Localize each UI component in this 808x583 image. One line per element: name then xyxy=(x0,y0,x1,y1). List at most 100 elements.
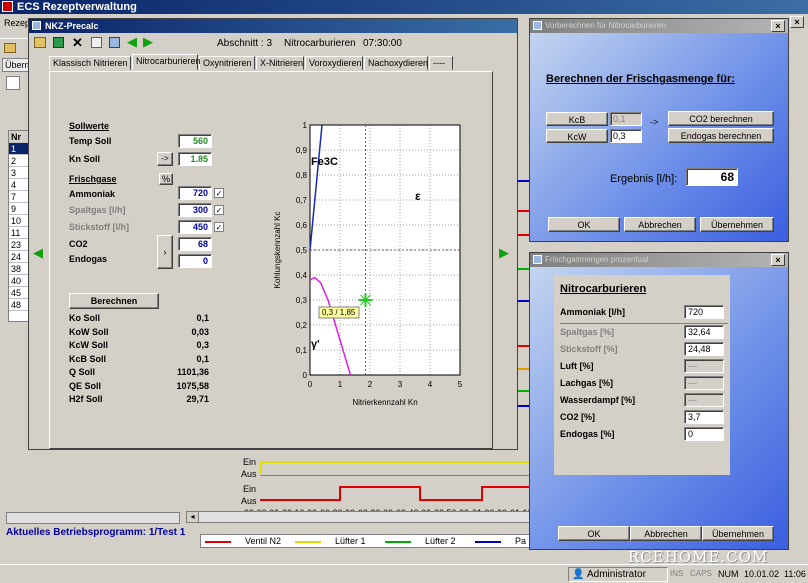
program-list-item[interactable]: 4 xyxy=(9,179,29,191)
prozent-row-field[interactable]: 32,64 xyxy=(684,325,724,339)
result-value: 1101,36 xyxy=(176,367,209,377)
prozent-cancel-button[interactable]: Abbrechen xyxy=(630,526,702,541)
vorber-dialog: Vorberechnen für Nitrocarburieren × Bere… xyxy=(529,18,789,242)
kcw-field[interactable]: 0,3 xyxy=(610,129,642,143)
vorber-apply-button[interactable]: Übernehmen xyxy=(700,217,774,232)
app-toolbar xyxy=(0,38,30,58)
left-scrollbar[interactable] xyxy=(6,512,180,524)
timeline-red-signal xyxy=(260,486,531,501)
prozent-close-icon[interactable]: × xyxy=(771,254,785,266)
percent-button[interactable]: % xyxy=(159,173,173,185)
prozent-ok-button[interactable]: OK xyxy=(558,526,630,541)
delete-icon[interactable]: ✕ xyxy=(72,35,83,51)
result-value: 0,1 xyxy=(196,313,209,323)
vorber-close-icon[interactable]: × xyxy=(771,20,785,32)
prozent-dialog: Frischgasmengen prozentual × Nitrocarbur… xyxy=(529,252,789,550)
endogas-label: Endogas xyxy=(69,254,108,264)
result-label: KcB Soll xyxy=(69,353,107,364)
co2-label: CO2 xyxy=(69,239,88,249)
program-list-item[interactable]: 9 xyxy=(9,203,29,215)
prozent-row-field[interactable]: 0 xyxy=(684,427,724,441)
legend-label: Pa xyxy=(515,536,527,546)
tab-x-nitrieren[interactable]: X-Nitrieren xyxy=(256,56,304,70)
prozent-apply-button[interactable]: Übernehmen xyxy=(702,526,774,541)
forward-arrow-icon[interactable]: ▶ xyxy=(143,34,153,50)
program-list[interactable]: Nr 1 2 3 4 7 9 10 11 23 24 38 40 45 48 xyxy=(8,130,30,322)
timeline-scrollbar[interactable]: ◂ xyxy=(186,511,531,523)
program-list-item[interactable]: 11 xyxy=(9,227,29,239)
back-arrow-icon[interactable]: ◀ xyxy=(127,34,137,50)
prozent-row-field[interactable]: --- xyxy=(684,393,724,407)
program-list-item[interactable]: 24 xyxy=(9,251,29,263)
prozent-row-label: Ammoniak [l/h] xyxy=(560,307,626,317)
program-list-item[interactable]: 3 xyxy=(9,167,29,179)
window-icon[interactable] xyxy=(109,37,120,48)
y-tick-label: 0,9 xyxy=(296,146,308,155)
ergebnis-label: Ergebnis [l/h]: xyxy=(610,173,678,185)
edit-icon[interactable] xyxy=(91,37,102,48)
kn-field[interactable]: 1.85 xyxy=(178,152,212,166)
program-list-item[interactable]: 10 xyxy=(9,215,29,227)
tab-voroxydieren[interactable]: Voroxydieren xyxy=(305,56,363,70)
prozent-row-field[interactable]: --- xyxy=(684,376,724,390)
program-list-item[interactable]: 38 xyxy=(9,263,29,275)
prozent-row-field[interactable]: --- xyxy=(684,359,724,373)
stickstoff-check[interactable]: ✓ xyxy=(214,222,224,232)
open-icon[interactable] xyxy=(34,37,46,48)
y-tick-label: 0,3 xyxy=(296,296,308,305)
vorber-cancel-button[interactable]: Abbrechen xyxy=(624,217,696,232)
co2-endogas-calc-button[interactable]: › xyxy=(157,235,173,269)
kcw-button[interactable]: KcW xyxy=(546,129,608,143)
endogas-berechnen-button[interactable]: Endogas berechnen xyxy=(668,128,774,143)
prev-section-arrow-icon[interactable]: ◀ xyxy=(33,245,43,261)
y-tick-label: 1 xyxy=(303,121,308,130)
prozent-row-field[interactable]: 24,48 xyxy=(684,342,724,356)
program-list-item[interactable]: 1 xyxy=(9,143,29,155)
co2-berechnen-button[interactable]: CO2 berechnen xyxy=(668,111,774,126)
num-indicator: NUM xyxy=(718,569,739,579)
endogas-field[interactable]: 0 xyxy=(178,254,212,268)
program-list-item[interactable]: 40 xyxy=(9,275,29,287)
program-list-item[interactable]: 23 xyxy=(9,239,29,251)
program-list-item[interactable]: 2 xyxy=(9,155,29,167)
prozent-row-field[interactable]: 720 xyxy=(684,305,724,319)
app-tab-uberm[interactable]: Überm xyxy=(2,58,32,72)
spaltgas-field[interactable]: 300 xyxy=(178,203,212,217)
kn-transfer-button[interactable]: -> xyxy=(157,152,173,166)
ammoniak-field[interactable]: 720 xyxy=(178,186,212,200)
program-list-item[interactable]: 7 xyxy=(9,191,29,203)
tab-klassisch-nitrieren[interactable]: Klassisch Nitrieren xyxy=(49,56,131,70)
program-list-item[interactable]: 48 xyxy=(9,299,29,311)
tab-nitrocarburieren[interactable]: Nitrocarburieren xyxy=(132,54,201,70)
tab-nachoxydieren[interactable]: Nachoxydieren xyxy=(364,56,428,70)
toolbar-folder-icon[interactable] xyxy=(4,43,16,53)
timeline-plot: Ein Aus Ein Aus xyxy=(186,450,531,506)
kcb-button[interactable]: KcB xyxy=(546,112,608,126)
next-section-arrow-icon[interactable]: ▶ xyxy=(499,245,509,261)
vorber-ok-button[interactable]: OK xyxy=(548,217,620,232)
co2-field[interactable]: 68 xyxy=(178,237,212,251)
result-label: Ko Soll xyxy=(69,313,100,323)
tab-oxynitrieren[interactable]: Oxynitrieren xyxy=(199,56,255,70)
stickstoff-field[interactable]: 450 xyxy=(178,220,212,234)
taskbar: 👤 Administrator INS CAPS NUM 10.01.02 11… xyxy=(0,564,808,583)
scroll-left-button[interactable]: ◂ xyxy=(187,512,199,522)
ammoniak-check[interactable]: ✓ xyxy=(214,188,224,198)
legend-label: Ventil N2 xyxy=(245,536,282,546)
app-close-icon[interactable]: × xyxy=(790,16,804,28)
program-list-item[interactable]: 45 xyxy=(9,287,29,299)
y-tick-label: 0,7 xyxy=(296,196,308,205)
spaltgas-check[interactable]: ✓ xyxy=(214,205,224,215)
save-icon[interactable] xyxy=(53,37,64,48)
time-display: 11:06 xyxy=(784,569,806,579)
app-edit-icon[interactable] xyxy=(6,76,20,90)
chart-annotation: ε xyxy=(415,189,421,203)
legend-label: Lüfter 2 xyxy=(425,536,456,546)
prozent-row-field[interactable]: 3,7 xyxy=(684,410,724,424)
temp-field[interactable]: 560 xyxy=(178,134,212,148)
tab--[interactable]: ---- xyxy=(429,56,453,70)
berechnen-button[interactable]: Berechnen xyxy=(69,293,159,309)
menu-rezept[interactable]: Rezep xyxy=(4,18,30,28)
kcb-field[interactable]: 0,1 xyxy=(610,112,642,126)
app-icon xyxy=(2,1,13,12)
